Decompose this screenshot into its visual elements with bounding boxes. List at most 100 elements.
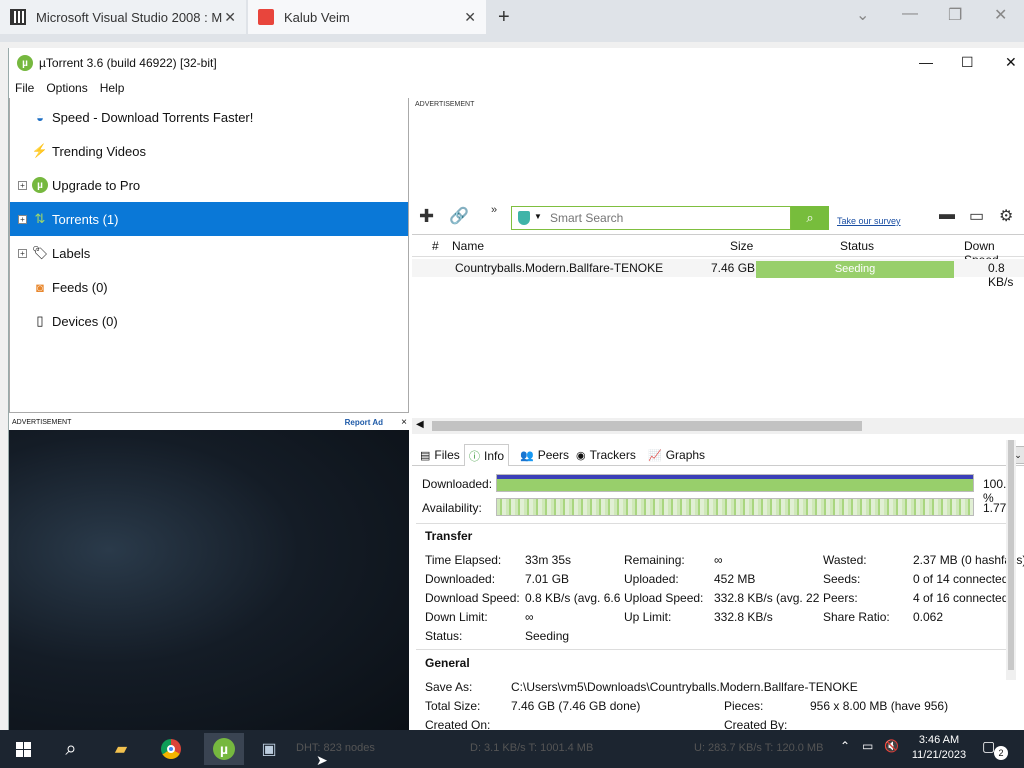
scrollbar-thumb[interactable] xyxy=(1008,440,1014,670)
total-size-label: Total Size: xyxy=(425,699,481,713)
expand-icon[interactable]: + xyxy=(18,248,27,258)
peers-label: Peers: xyxy=(823,591,858,605)
gear-icon[interactable]: ⚙ xyxy=(999,206,1013,226)
tab-peers[interactable]: 👥 Peers xyxy=(516,444,573,466)
window-title: µTorrent 3.6 (build 46922) [32-bit] xyxy=(39,56,217,70)
menu-help[interactable]: Help xyxy=(100,81,125,95)
utorrent-taskbar-icon[interactable]: µ xyxy=(204,733,244,765)
uploaded-label: Uploaded: xyxy=(624,572,679,586)
survey-link[interactable]: Take our survey xyxy=(837,216,901,226)
dht-status: DHT: 823 nodes xyxy=(296,742,375,754)
minimize-browser-icon[interactable]: — xyxy=(902,5,918,23)
utorrent-logo-icon: µ xyxy=(17,55,33,71)
col-header-name[interactable]: Name xyxy=(452,239,484,253)
close-tab-icon[interactable]: ✕ xyxy=(224,9,236,26)
tab-graphs[interactable]: 📈 Graphs xyxy=(644,444,709,466)
save-as-value: C:\Users\vm5\Downloads\Countryballs.Mode… xyxy=(511,680,858,694)
left-ad-header: ADVERTISEMENT Report Ad × xyxy=(9,414,409,430)
menu-bar: File Options Help xyxy=(9,78,1024,98)
search-icon[interactable]: ⌕ xyxy=(58,736,84,762)
sidebar-item-devices[interactable]: ▯ Devices (0) xyxy=(10,304,408,338)
browser-tab-visual-studio[interactable]: Microsoft Visual Studio 2008 : M ✕ xyxy=(0,0,246,34)
sidebar-item-torrents[interactable]: + ⇅ Torrents (1) xyxy=(10,202,408,236)
clock-time: 3:46 AM xyxy=(918,734,960,746)
remaining-value: ∞ xyxy=(714,553,723,567)
torrent-name: Countryballs.Modern.Ballfare-TENOKE xyxy=(455,261,664,275)
file-explorer-icon[interactable]: ▰ xyxy=(108,736,134,762)
info-scrollbar[interactable] xyxy=(1006,440,1016,680)
sidebar-item-labels[interactable]: + 🏷 Labels xyxy=(10,236,408,270)
expand-icon[interactable]: + xyxy=(18,180,27,190)
expand-icon[interactable]: + xyxy=(18,214,27,224)
browser-tab-kalub-veim[interactable]: Kalub Veim ✕ xyxy=(248,0,486,34)
tab-files[interactable]: ▤ Files xyxy=(416,444,464,466)
sidebar-item-feeds[interactable]: ◙ Feeds (0) xyxy=(10,270,408,304)
smart-search-field[interactable]: ▼ xyxy=(511,206,791,230)
table-row[interactable]: Countryballs.Modern.Ballfare-TENOKE 7.46… xyxy=(412,259,1024,289)
created-on-label: Created On: xyxy=(425,718,491,730)
chevron-down-icon[interactable]: ▼ xyxy=(534,212,542,221)
close-tab-icon[interactable]: ✕ xyxy=(464,9,476,26)
col-header-size[interactable]: Size xyxy=(730,239,753,253)
sidebar-item-speed[interactable]: ◒ Speed - Download Torrents Faster! xyxy=(10,100,408,134)
menu-options[interactable]: Options xyxy=(46,81,87,95)
utorrent-window: µ µTorrent 3.6 (build 46922) [32-bit] — … xyxy=(8,48,1024,730)
volume-muted-icon[interactable]: 🔇 xyxy=(884,739,899,753)
add-torrent-icon[interactable]: ✚ xyxy=(419,206,434,227)
vivaldi-icon xyxy=(258,9,274,25)
toolbar: ✚ 🔗 » ▼ ⌕ Take our survey ▬ ▭ ⚙ xyxy=(411,202,1024,232)
scrollbar-thumb[interactable] xyxy=(432,421,862,431)
maximize-icon[interactable]: ☐ xyxy=(961,54,974,71)
sidebar: ◒ Speed - Download Torrents Faster! ⚡ Tr… xyxy=(9,98,409,413)
files-icon: ▤ xyxy=(420,449,431,462)
torrent-size: 7.46 GB xyxy=(711,261,756,275)
search-input[interactable] xyxy=(550,210,785,226)
horizontal-scrollbar[interactable]: ◀ xyxy=(412,418,1024,434)
uploaded-value: 452 MB xyxy=(714,572,756,586)
transfer-heading: Transfer xyxy=(425,529,473,543)
upload-speed-value: 332.8 KB/s (avg. 229. xyxy=(714,591,819,605)
menu-file[interactable]: File xyxy=(15,81,34,95)
windows-start-icon[interactable] xyxy=(10,736,36,762)
tab-trackers[interactable]: ◉ Trackers xyxy=(572,444,640,466)
minimize-icon[interactable]: — xyxy=(919,54,933,70)
sidebar-item-label: Devices (0) xyxy=(52,313,118,329)
top-advertisement[interactable]: ADVERTISEMENT xyxy=(411,98,1024,198)
tab-label: Files xyxy=(434,448,460,462)
left-advertisement[interactable] xyxy=(9,430,409,730)
chat-icon[interactable]: ▬ xyxy=(939,206,955,224)
close-ad-icon[interactable]: × xyxy=(401,417,407,428)
more-tools-icon[interactable]: » xyxy=(491,204,497,216)
status-badge: Seeding xyxy=(756,261,954,278)
time-elapsed-value: 33m 35s xyxy=(525,553,572,567)
restore-browser-icon[interactable]: ❐ xyxy=(948,5,962,25)
app-window-icon[interactable]: ▣ xyxy=(256,736,282,762)
chevron-up-icon[interactable]: ⌃ xyxy=(840,739,850,753)
report-ad-link[interactable]: Report Ad xyxy=(345,418,383,427)
close-icon[interactable]: ✕ xyxy=(1005,54,1017,71)
new-tab-button[interactable]: + xyxy=(498,6,510,29)
upload-status: U: 283.7 KB/s T: 120.0 MB xyxy=(694,742,824,754)
created-by-label: Created By: xyxy=(724,718,788,730)
downloaded-progress-bar xyxy=(496,474,974,492)
tab-info[interactable]: ⓘ Info xyxy=(464,444,510,466)
sidebar-item-upgrade[interactable]: + µ Upgrade to Pro xyxy=(10,168,408,202)
ad-label: ADVERTISEMENT xyxy=(12,418,72,426)
chrome-icon[interactable] xyxy=(158,736,184,762)
scroll-left-icon[interactable]: ◀ xyxy=(416,419,424,430)
up-limit-label: Up Limit: xyxy=(624,610,672,624)
network-icon[interactable]: ▭ xyxy=(862,739,873,753)
sidebar-item-trending[interactable]: ⚡ Trending Videos xyxy=(10,134,408,168)
search-button[interactable]: ⌕ xyxy=(791,206,829,230)
download-speed-label: Download Speed: xyxy=(425,591,520,605)
col-header-number[interactable]: # xyxy=(432,239,439,253)
save-as-label: Save As: xyxy=(425,680,473,694)
col-header-status[interactable]: Status xyxy=(840,239,874,253)
close-browser-icon[interactable]: ✕ xyxy=(994,5,1007,25)
monitor-icon[interactable]: ▭ xyxy=(969,206,984,226)
add-link-icon[interactable]: 🔗 xyxy=(449,206,469,226)
shield-icon xyxy=(518,211,530,225)
list-header: # Name Size Status Down Speed xyxy=(412,235,1024,267)
clock[interactable]: 3:46 AM 11/21/2023 xyxy=(906,733,972,763)
tab-search-icon[interactable]: ⌄ xyxy=(856,5,869,25)
